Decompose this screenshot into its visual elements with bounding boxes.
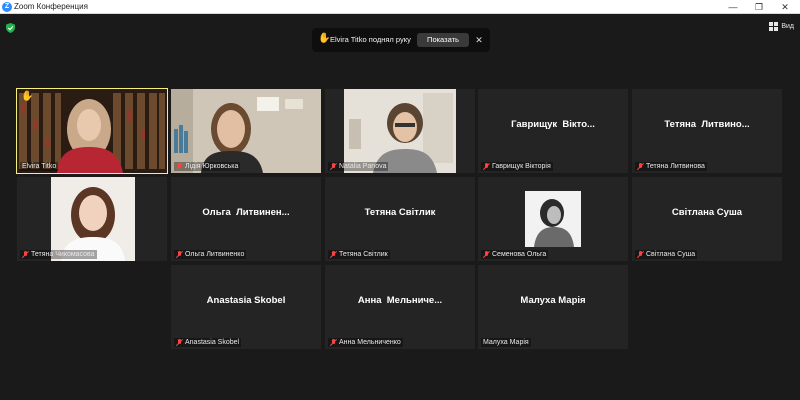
muted-mic-icon <box>176 251 183 258</box>
view-button[interactable]: Вид <box>769 20 794 32</box>
muted-mic-icon <box>176 339 183 346</box>
participant-tile[interactable]: Тетяна Світлик Тетяна Світлик <box>325 177 475 261</box>
participant-tile[interactable]: Тетяна Литвино... Тетяна Литвинова <box>632 89 782 173</box>
window-title: Zoom Конференция <box>14 2 88 11</box>
participant-tile[interactable]: Анна Мельниче... Анна Мельниченко <box>325 265 475 349</box>
participant-video <box>17 177 167 261</box>
muted-mic-icon <box>637 251 644 258</box>
muted-mic-icon <box>176 163 183 170</box>
participant-tile[interactable]: Малуха Марія Малуха Марія <box>478 265 628 349</box>
participant-display-name: Ольга Литвинен... <box>202 207 290 218</box>
participant-display-name: Світлана Суша <box>671 207 743 218</box>
raised-hand-icon: ✋ <box>21 91 34 102</box>
muted-mic-icon <box>22 251 29 258</box>
participant-tile[interactable]: Лідія Юрковська <box>171 89 321 173</box>
close-window-button[interactable]: ✕ <box>774 0 796 14</box>
participant-name: Elvira Titko <box>20 162 59 171</box>
dismiss-notification-button[interactable]: ✕ <box>472 28 486 52</box>
participant-tile[interactable]: Семенова Ольга <box>478 177 628 261</box>
participant-name: Анна Мельниченко <box>328 338 403 347</box>
participant-tile[interactable]: ✋ Elvira Titko <box>16 88 168 174</box>
raise-hand-notification: ✋ Elvira Titko поднял руку Показать ✕ <box>312 28 490 52</box>
show-button[interactable]: Показать <box>417 33 469 47</box>
participant-display-name: Анна Мельниче... <box>357 295 443 306</box>
view-label: Вид <box>781 22 794 30</box>
participant-display-name: Тетяна Світлик <box>364 207 436 218</box>
participant-name: Світлана Суша <box>635 250 698 259</box>
participant-tile[interactable]: Світлана Суша Світлана Суша <box>632 177 782 261</box>
minimize-button[interactable]: — <box>722 0 744 14</box>
encryption-shield-icon[interactable] <box>6 20 15 38</box>
participant-name: Тетяна Чикомасова <box>20 250 97 259</box>
participant-name: Anastasia Skobel <box>174 338 242 347</box>
participant-name: Семенова Ольга <box>481 250 549 259</box>
title-bar: Z Zoom Конференция — ❐ ✕ <box>0 0 800 14</box>
muted-mic-icon <box>483 163 490 170</box>
participant-display-name: Гаврищук Вікто... <box>511 119 595 130</box>
participant-name: Тетяна Світлик <box>328 250 390 259</box>
participant-name: Малуха Марія <box>481 338 531 347</box>
participant-tile[interactable]: Гаврищук Вікто... Гаврищук Вікторія <box>478 89 628 173</box>
muted-mic-icon <box>330 339 337 346</box>
participant-name: Тетяна Литвинова <box>635 162 707 171</box>
participant-name: Ольга Литвиненко <box>174 250 247 259</box>
muted-mic-icon <box>637 163 644 170</box>
participant-name: Гаврищук Вікторія <box>481 162 553 171</box>
raised-hand-icon: ✋ <box>318 33 331 44</box>
grid-view-icon <box>769 21 779 31</box>
participant-display-name: Anastasia Skobel <box>206 295 286 306</box>
muted-mic-icon <box>483 251 490 258</box>
muted-mic-icon <box>330 163 337 170</box>
meeting-stage: Вид ✋ Elvira Titko поднял руку Показать … <box>0 14 800 400</box>
participant-name: Natalia Panova <box>328 162 389 171</box>
participant-display-name: Малуха Марія <box>520 295 586 306</box>
participant-video <box>17 89 167 173</box>
muted-mic-icon <box>330 251 337 258</box>
participant-video <box>171 89 321 173</box>
notification-message: Elvira Titko поднял руку <box>330 35 411 44</box>
participant-display-name: Тетяна Литвино... <box>664 119 750 130</box>
participant-name: Лідія Юрковська <box>174 162 241 171</box>
participant-tile[interactable]: Ольга Литвинен... Ольга Литвиненко <box>171 177 321 261</box>
participant-video <box>325 89 475 173</box>
participant-tile[interactable]: Тетяна Чикомасова <box>17 177 167 261</box>
zoom-logo-icon: Z <box>2 2 12 12</box>
participant-video <box>478 177 628 261</box>
participant-tile[interactable]: Anastasia Skobel Anastasia Skobel <box>171 265 321 349</box>
participant-tile[interactable]: Natalia Panova <box>325 89 475 173</box>
maximize-button[interactable]: ❐ <box>748 0 770 14</box>
